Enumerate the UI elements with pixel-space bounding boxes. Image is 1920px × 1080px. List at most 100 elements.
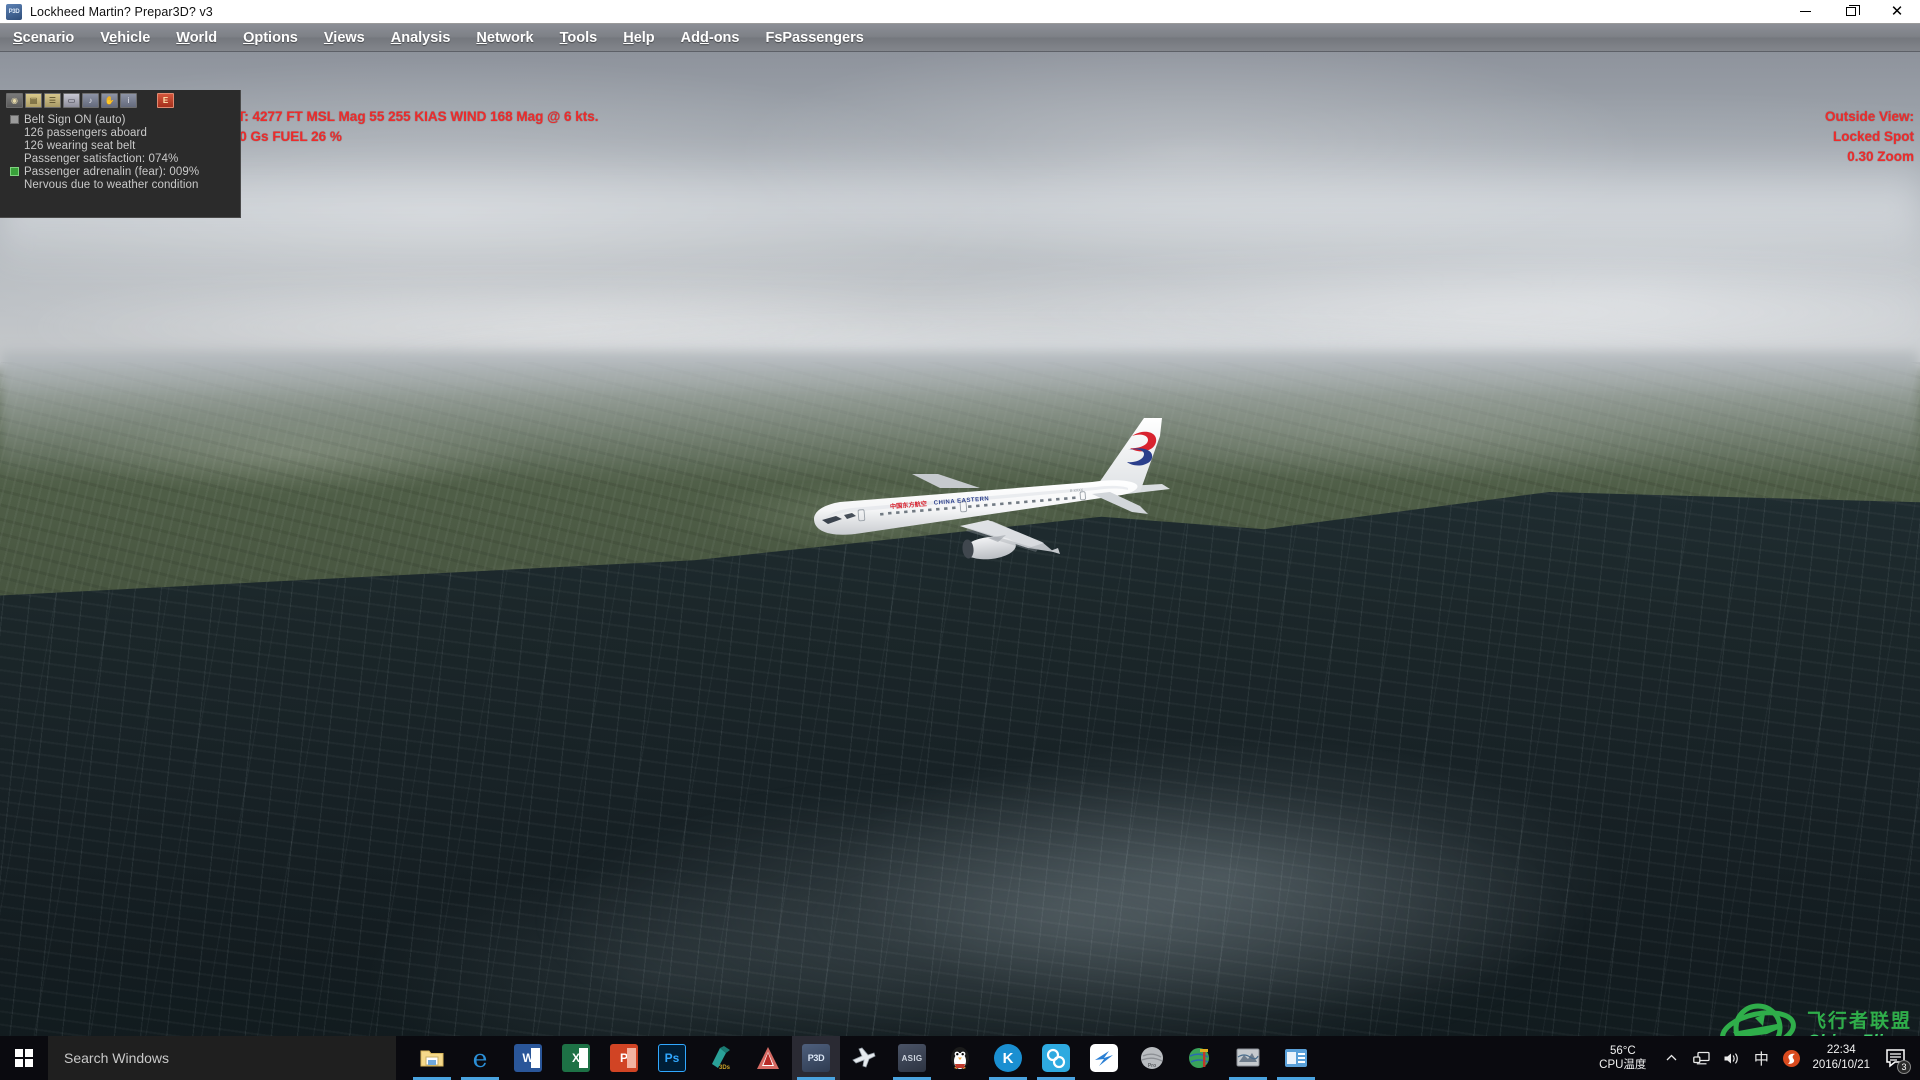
- water-specular-highlight: [531, 777, 1590, 1060]
- network-icon[interactable]: [1686, 1036, 1716, 1080]
- music-icon[interactable]: ♪: [82, 93, 99, 108]
- kingsoft-icon: K: [994, 1044, 1022, 1072]
- svg-text:Pro: Pro: [1148, 1063, 1156, 1069]
- start-button[interactable]: [0, 1036, 48, 1080]
- list-item-label: Passenger adrenalin (fear): 009%: [24, 165, 200, 178]
- taskbar-item-thunder[interactable]: [1080, 1036, 1128, 1080]
- clock-date: 2016/10/21: [1812, 1059, 1870, 1071]
- notes-app-icon: [1285, 1049, 1307, 1067]
- menu-tools[interactable]: Tools: [547, 24, 611, 52]
- taskbar-item-microsoft-word[interactable]: W: [504, 1036, 552, 1080]
- menu-scenario[interactable]: Scenario: [0, 24, 87, 52]
- menu-options[interactable]: Options: [230, 24, 311, 52]
- list-item: Belt Sign ON (auto): [2, 113, 240, 126]
- windows-logo-icon: [15, 1049, 33, 1067]
- microsoft-edge-icon: e: [472, 1044, 488, 1072]
- sogou-input-icon[interactable]: [1776, 1036, 1806, 1080]
- taskbar-item-qq[interactable]: [936, 1036, 984, 1080]
- menu-fspassengers[interactable]: FsPassengers: [752, 24, 876, 52]
- chevron-up-icon[interactable]: [1656, 1036, 1686, 1080]
- menu-network[interactable]: Network: [463, 24, 546, 52]
- simulator-viewport[interactable]: 中国东方航空 CHINA EASTERN B-XXXX LAT: N42° 44…: [0, 52, 1920, 1060]
- taskbar-item-microsoft-excel[interactable]: X: [552, 1036, 600, 1080]
- window-title: Lockheed Martin? Prepar3D? v3: [30, 4, 213, 19]
- camera-icon[interactable]: ◉: [6, 93, 23, 108]
- sketchup-icon: 3Ds: [712, 1046, 731, 1071]
- taskbar-item-fs-tool[interactable]: [840, 1036, 888, 1080]
- window-titlebar: P3D Lockheed Martin? Prepar3D? v3 ✕: [0, 0, 1920, 24]
- list-item: 126 wearing seat belt: [2, 139, 240, 152]
- list-item-label: 126 passengers aboard: [24, 126, 147, 139]
- fspassengers-status-list: Belt Sign ON (auto) 126 passengers aboar…: [0, 110, 240, 191]
- baidu-netdisk-icon: [1042, 1044, 1070, 1072]
- close-button[interactable]: ✕: [1874, 0, 1920, 24]
- status-marker-icon: [10, 154, 19, 163]
- prepar3d-icon: P3D: [802, 1044, 830, 1072]
- taskbar-item-microsoft-edge[interactable]: e: [456, 1036, 504, 1080]
- menu-views[interactable]: Views: [311, 24, 378, 52]
- taskbar-item-baidu-netdisk[interactable]: [1032, 1036, 1080, 1080]
- menu-analysis[interactable]: Analysis: [378, 24, 464, 52]
- taskbar-item-map-tool[interactable]: [1224, 1036, 1272, 1080]
- volume-icon[interactable]: [1716, 1036, 1746, 1080]
- fspassengers-panel[interactable]: ◉ ▤ ☰ ▭ ♪ ✋ i E Belt Sign ON (auto) 126 …: [0, 90, 241, 218]
- microsoft-excel-icon: X: [562, 1044, 590, 1072]
- taskbar-item-sketchup[interactable]: 3Ds: [696, 1036, 744, 1080]
- laptop-icon[interactable]: ▭: [63, 93, 80, 108]
- list-item-label: 126 wearing seat belt: [24, 139, 136, 152]
- list-item: Passenger adrenalin (fear): 009%: [2, 165, 240, 178]
- taskbar-item-kingsoft[interactable]: K: [984, 1036, 1032, 1080]
- info-icon[interactable]: i: [120, 93, 137, 108]
- taskbar-item-microsoft-powerpoint[interactable]: P: [600, 1036, 648, 1080]
- hud-view-zoom: 0.30 Zoom: [1847, 149, 1914, 164]
- taskbar-item-notes-app[interactable]: [1272, 1036, 1320, 1080]
- ime-indicator[interactable]: 中: [1746, 1036, 1776, 1080]
- taskbar-apps: e W X P Ps 3Ds P3D ASIG K Pro: [408, 1036, 1320, 1080]
- status-marker-icon: [10, 167, 19, 176]
- menu-world[interactable]: World: [163, 24, 230, 52]
- cabin-icon[interactable]: ▤: [25, 93, 42, 108]
- status-marker-icon: [10, 128, 19, 137]
- map-tool-icon: [1236, 1048, 1260, 1067]
- photoshop-icon: Ps: [658, 1044, 686, 1072]
- notification-center-button[interactable]: 3: [1878, 1036, 1912, 1080]
- hand-icon[interactable]: ✋: [101, 93, 118, 108]
- system-tray: 56°C CPU温度 中 22:34 2016/10/21 3: [1589, 1036, 1920, 1080]
- maximize-button[interactable]: [1828, 0, 1874, 24]
- qq-penguin-icon: [951, 1047, 969, 1069]
- menu-help[interactable]: Help: [610, 24, 667, 52]
- autocad-icon: [757, 1047, 779, 1069]
- emergency-icon[interactable]: E: [157, 93, 174, 108]
- taskbar-item-autocad[interactable]: [744, 1036, 792, 1080]
- taskbar-item-fsx-pro[interactable]: Pro: [1128, 1036, 1176, 1080]
- list-item: Passenger satisfaction: 074%: [2, 152, 240, 165]
- windows-taskbar: Search Windows e W X P Ps 3Ds P3D ASIG K…: [0, 1036, 1920, 1080]
- asig-icon: ASIG: [898, 1044, 926, 1072]
- hud-view-mode: Locked Spot: [1832, 129, 1914, 144]
- clock-time: 22:34: [1826, 1044, 1856, 1056]
- fs-tool-icon: [852, 1047, 876, 1068]
- menu-vehicle[interactable]: Vehicle: [87, 24, 163, 52]
- status-marker-icon: [10, 180, 19, 189]
- fsx-pro-icon: Pro: [1141, 1047, 1163, 1069]
- taskbar-item-fs-globe[interactable]: [1176, 1036, 1224, 1080]
- cpu-temp-label: CPU温度: [1599, 1059, 1647, 1071]
- taskbar-item-file-explorer[interactable]: [408, 1036, 456, 1080]
- taskbar-item-asig[interactable]: ASIG: [888, 1036, 936, 1080]
- taskbar-item-prepar3d[interactable]: P3D: [792, 1036, 840, 1080]
- seat-icon[interactable]: ☰: [44, 93, 61, 108]
- list-item-label: Passenger satisfaction: 074%: [24, 152, 179, 165]
- taskbar-item-photoshop[interactable]: Ps: [648, 1036, 696, 1080]
- search-input[interactable]: Search Windows: [48, 1036, 396, 1080]
- thunder-icon: [1090, 1044, 1118, 1072]
- status-marker-icon: [10, 141, 19, 150]
- taskbar-clock[interactable]: 22:34 2016/10/21: [1806, 1043, 1878, 1073]
- cpu-temp-indicator[interactable]: 56°C CPU温度: [1589, 1044, 1656, 1072]
- status-marker-icon: [10, 115, 19, 124]
- hud-view-label: Outside View:: [1824, 109, 1914, 124]
- menu-add-ons[interactable]: Add-ons: [668, 24, 753, 52]
- list-item: 126 passengers aboard: [2, 126, 240, 139]
- minimize-button[interactable]: [1782, 0, 1828, 24]
- p3d-icon: P3D: [6, 3, 22, 20]
- cpu-temp-value: 56°C: [1609, 1045, 1636, 1057]
